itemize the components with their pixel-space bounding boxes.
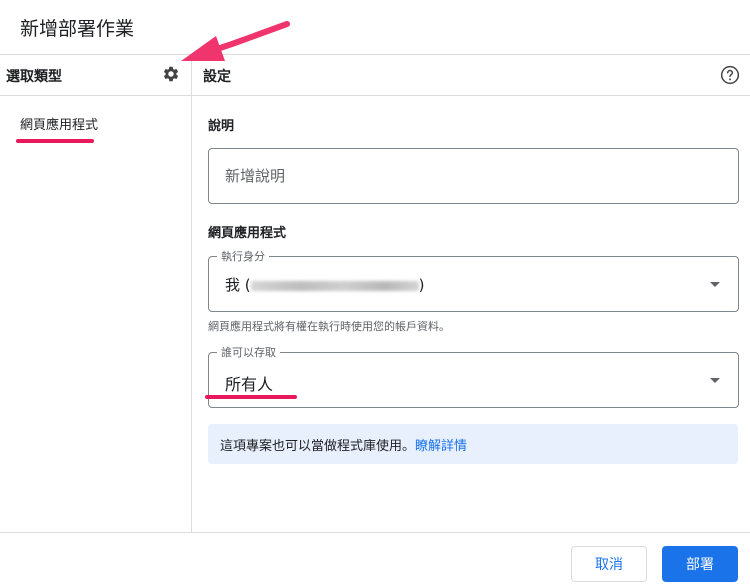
caret-down-icon (710, 282, 720, 287)
caret-down-icon (710, 378, 720, 383)
execute-as-helper-text: 網頁應用程式將有權在執行時使用您的帳戶資料。 (208, 320, 450, 333)
gear-icon[interactable] (162, 65, 180, 83)
who-has-access-legend: 誰可以存取 (217, 344, 280, 360)
annotation-underline-web-app (16, 139, 94, 143)
header-divider (0, 95, 750, 96)
settings-header: 設定 (203, 69, 231, 85)
library-info-text: 這項專案也可以當做程式庫使用。 (220, 439, 416, 454)
panel-divider (191, 55, 192, 533)
title-divider (0, 54, 750, 55)
dialog-title: 新增部署作業 (20, 18, 135, 40)
learn-more-link[interactable]: 瞭解詳情 (415, 439, 467, 454)
web-app-section-label: 網頁應用程式 (208, 226, 287, 241)
execute-as-legend: 執行身分 (217, 248, 269, 264)
help-icon[interactable] (720, 65, 740, 85)
cancel-button[interactable]: 取消 (571, 546, 647, 582)
who-has-access-value: 所有人 (225, 375, 274, 394)
deploy-button[interactable]: 部署 (662, 546, 738, 582)
execute-as-select[interactable]: 執行身分 我 () (208, 248, 739, 312)
select-type-header: 選取類型 (6, 69, 62, 85)
redacted-email (250, 280, 419, 291)
who-has-access-select[interactable]: 誰可以存取 所有人 (208, 344, 739, 408)
footer-divider (0, 532, 750, 533)
library-info-banner: 這項專案也可以當做程式庫使用。瞭解詳情 (208, 424, 738, 464)
description-input[interactable]: 新增說明 (208, 148, 739, 204)
description-placeholder: 新增說明 (225, 167, 286, 185)
annotation-underline-everyone (205, 395, 297, 399)
execute-as-value: 我 () (225, 276, 425, 294)
description-label: 說明 (208, 119, 235, 134)
type-item-web-app[interactable]: 網頁應用程式 (20, 114, 98, 133)
